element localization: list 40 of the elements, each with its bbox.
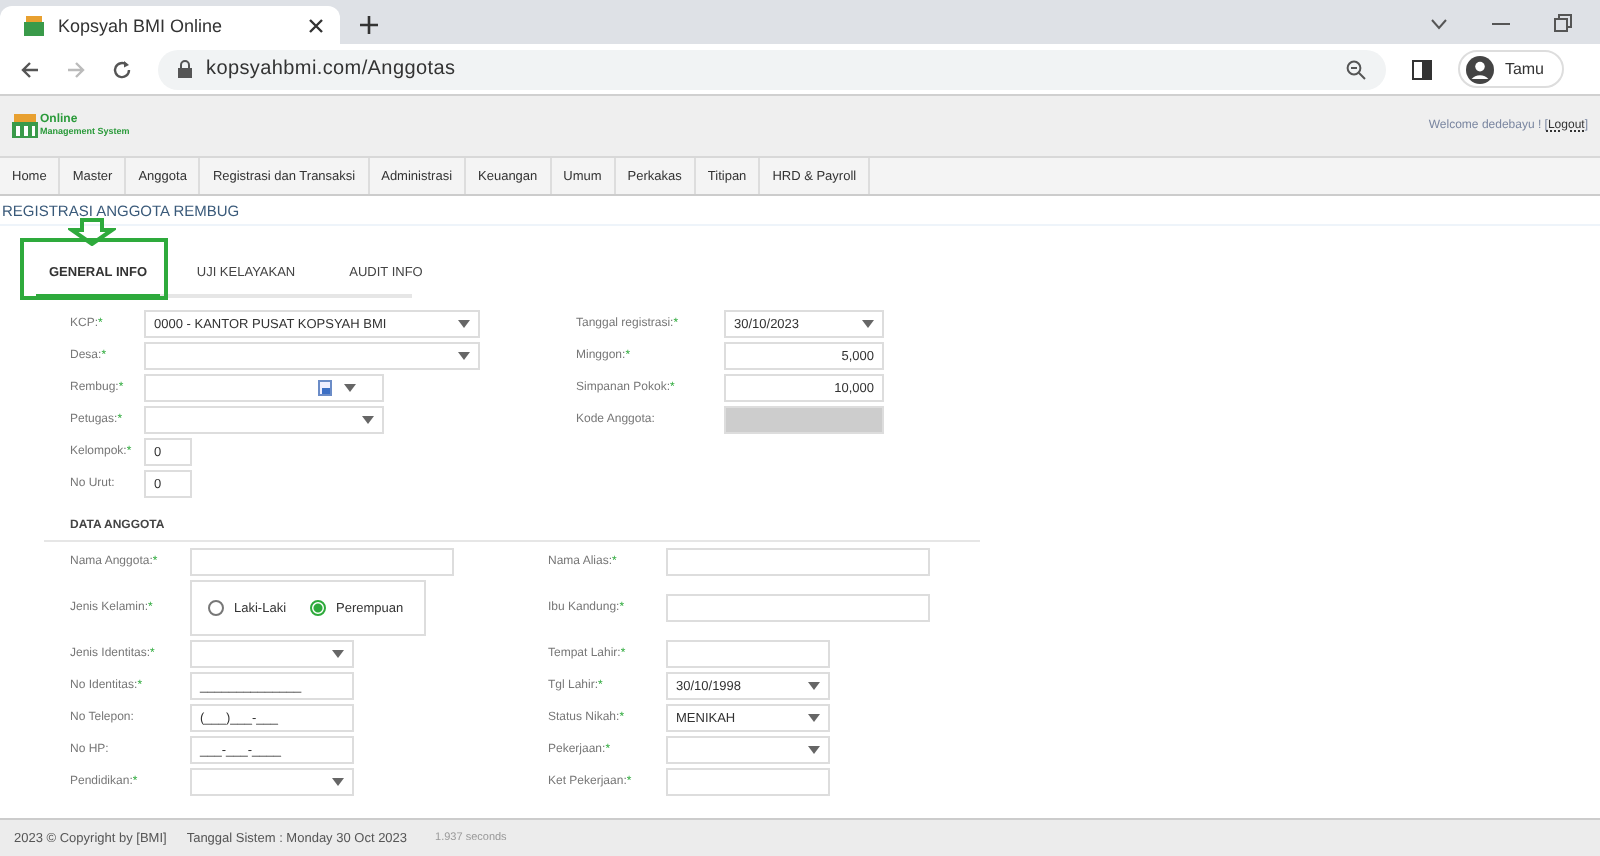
chevron-down-icon[interactable] [1430,17,1448,29]
down-arrow-icon [68,218,116,246]
caret-icon[interactable] [458,320,470,328]
select-field[interactable] [190,768,354,796]
select-field[interactable] [144,406,384,434]
zoom-icon[interactable] [1346,59,1367,79]
avatar-icon [1466,55,1495,83]
input-field[interactable] [666,640,830,668]
caret-icon[interactable] [332,650,344,658]
side-panel-icon[interactable] [1412,59,1433,79]
document-icon[interactable] [318,380,332,396]
profile-button[interactable]: Tamu [1458,50,1564,88]
lock-icon [178,60,192,78]
caret-icon[interactable] [862,320,874,328]
input-field[interactable] [666,594,930,622]
input-field[interactable] [190,548,454,576]
input-field[interactable] [666,768,830,796]
address-field[interactable]: kopsyahbmi.com/Anggotas [158,49,1387,89]
caret-icon[interactable] [362,416,374,424]
back-icon[interactable] [20,59,40,79]
lookup-field[interactable] [144,374,384,402]
favicon-icon [24,15,44,35]
caret-icon[interactable] [458,352,470,360]
select-field[interactable] [144,342,480,370]
caret-icon[interactable] [332,778,344,786]
restore-icon[interactable] [1554,14,1572,32]
select-field[interactable] [190,640,354,668]
caret-icon[interactable] [808,714,820,722]
close-icon[interactable] [308,17,324,33]
new-tab-icon[interactable] [360,16,378,34]
caret-icon[interactable] [808,682,820,690]
select-field[interactable] [666,736,830,764]
browser-tab[interactable]: Kopsyah BMI Online [0,6,340,44]
reload-icon[interactable] [112,59,132,79]
caret-icon[interactable] [344,384,356,392]
caret-icon[interactable] [808,746,820,754]
radio-icon[interactable] [310,600,327,616]
radio-icon[interactable] [208,600,224,616]
logo-icon [12,114,38,138]
input-field[interactable] [666,548,930,576]
